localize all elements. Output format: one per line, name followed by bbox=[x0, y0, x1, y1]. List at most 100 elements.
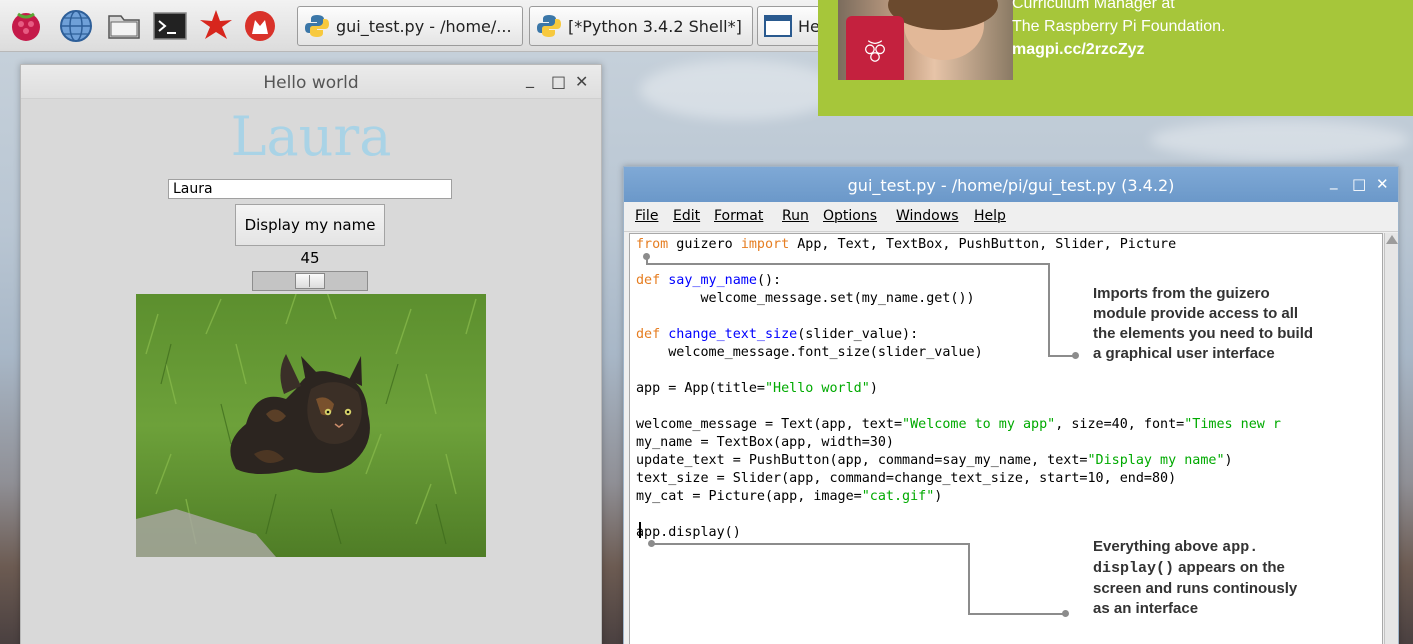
callout-line-text: a graphical user interface bbox=[1093, 345, 1275, 362]
code-token: app = App(title= bbox=[636, 381, 765, 396]
callout-line bbox=[968, 613, 1066, 615]
vertical-scrollbar[interactable] bbox=[1384, 233, 1398, 644]
author-photo bbox=[838, 0, 1013, 80]
text-size-slider[interactable] bbox=[252, 271, 368, 291]
slider-value: 45 bbox=[300, 249, 320, 267]
callout-line-text: screen and runs continously bbox=[1093, 580, 1298, 597]
menu-bar: File Edit Format Run Options Windows Hel… bbox=[624, 202, 1398, 232]
callout-line-text: module provide access to all bbox=[1093, 305, 1299, 322]
code-text: from guizero import App, Text, TextBox, … bbox=[636, 236, 1382, 542]
code-token: update_text = PushButton(app, command=sa… bbox=[636, 453, 1088, 468]
taskbar-item-editor[interactable]: gui_test.py - /home/... bbox=[297, 6, 523, 46]
taskbar-item-label: gui_test.py - /home/... bbox=[336, 16, 512, 36]
text-cursor bbox=[639, 522, 641, 538]
code-token: ) bbox=[934, 489, 943, 504]
mathematica-icon[interactable] bbox=[198, 8, 234, 44]
taskbar-item-hello[interactable]: He bbox=[757, 6, 827, 46]
callout-line-text: Imports from the guizero bbox=[1093, 285, 1270, 302]
raspberry-mug bbox=[846, 16, 904, 80]
window-title: gui_test.py - /home/pi/gui_test.py (3.4.… bbox=[847, 176, 1175, 195]
code-token: welcome_message.set(my_name.get()) bbox=[636, 291, 975, 306]
callout-imports: Imports from the guizero module provide … bbox=[1093, 284, 1313, 364]
minimize-button[interactable]: _ bbox=[526, 69, 534, 88]
file-manager-icon[interactable] bbox=[106, 8, 142, 44]
maximize-button[interactable]: □ bbox=[1352, 175, 1366, 193]
menu-edit[interactable]: Edit bbox=[673, 208, 700, 224]
callout-line-text: the elements you need to build bbox=[1093, 325, 1314, 342]
code-token: def bbox=[636, 327, 661, 342]
menu-windows[interactable]: Windows bbox=[896, 208, 959, 224]
window-title: Hello world bbox=[263, 73, 359, 93]
callout-dot bbox=[1072, 352, 1079, 359]
callout-line bbox=[652, 543, 970, 545]
code-token: welcome_message.font_size(slider_value) bbox=[636, 345, 983, 360]
minimize-button[interactable]: _ bbox=[1330, 172, 1338, 190]
code-line: app = App(title="Hello world") bbox=[636, 380, 1382, 398]
callout-code-text: app. bbox=[1222, 539, 1259, 556]
taskbar-item-shell[interactable]: [*Python 3.4.2 Shell*] bbox=[529, 6, 753, 46]
code-line: text_size = Slider(app, command=change_t… bbox=[636, 470, 1382, 488]
taskbar-item-label: [*Python 3.4.2 Shell*] bbox=[568, 16, 742, 36]
close-button[interactable]: ✕ bbox=[1376, 175, 1389, 193]
author-link[interactable]: magpi.cc/2rzcZyz bbox=[1012, 41, 1145, 59]
title-bar[interactable]: gui_test.py - /home/pi/gui_test.py (3.4.… bbox=[624, 167, 1398, 202]
menu-options[interactable]: Options bbox=[823, 208, 877, 224]
code-token: my_name = TextBox(app, width=30) bbox=[636, 435, 894, 450]
code-token: def bbox=[636, 273, 661, 288]
sky-cloud bbox=[1150, 120, 1410, 160]
author-org: The Raspberry Pi Foundation. bbox=[1012, 18, 1226, 35]
hello-world-window: Hello world _ □ ✕ Laura Laura Display my… bbox=[20, 64, 602, 644]
callout-line-text: appears on the bbox=[1174, 559, 1285, 576]
title-bar[interactable]: Hello world _ □ ✕ bbox=[21, 65, 601, 99]
raspberry-logo-icon bbox=[865, 40, 885, 62]
terminal-icon[interactable] bbox=[152, 8, 188, 44]
name-textbox[interactable]: Laura bbox=[168, 179, 452, 199]
taskbar-item-label: He bbox=[798, 16, 820, 36]
code-token: text_size = Slider(app, command=change_t… bbox=[636, 471, 1177, 486]
code-token: "Welcome to my app" bbox=[902, 417, 1056, 432]
code-token: ) bbox=[869, 381, 878, 396]
window-icon bbox=[764, 15, 792, 37]
display-name-button[interactable]: Display my name bbox=[235, 204, 385, 246]
code-line: update_text = PushButton(app, command=sa… bbox=[636, 452, 1382, 470]
code-token: welcome_message = Text(app, text= bbox=[636, 417, 903, 432]
code-token: my_cat = Picture(app, image= bbox=[636, 489, 862, 504]
menu-format[interactable]: Format bbox=[714, 208, 763, 224]
code-line: welcome_message = Text(app, text="Welcom… bbox=[636, 416, 1382, 434]
code-token: import bbox=[740, 237, 790, 252]
code-line: from guizero import App, Text, TextBox, … bbox=[636, 236, 1382, 254]
code-line: my_cat = Picture(app, image="cat.gif") bbox=[636, 488, 1382, 506]
code-token: change_text_size bbox=[668, 327, 798, 342]
code-token: "Hello world" bbox=[765, 381, 870, 396]
code-line: my_name = TextBox(app, width=30) bbox=[636, 434, 1382, 452]
wolfram-icon[interactable] bbox=[242, 8, 278, 44]
scroll-up-icon[interactable] bbox=[1386, 235, 1398, 244]
menu-file[interactable]: File bbox=[635, 208, 658, 224]
code-token: "cat.gif" bbox=[861, 489, 935, 504]
callout-line bbox=[1048, 263, 1050, 356]
python-icon bbox=[537, 15, 561, 37]
callout-display: Everything above app. display() appears … bbox=[1093, 537, 1297, 619]
welcome-message: Laura bbox=[230, 105, 392, 168]
slider-handle[interactable] bbox=[295, 273, 325, 289]
cat-picture bbox=[136, 294, 486, 557]
code-token: guizero bbox=[668, 237, 741, 252]
code-token: ) bbox=[1224, 453, 1233, 468]
code-token: app.display() bbox=[636, 525, 741, 540]
code-token: say_my_name bbox=[668, 273, 757, 288]
author-box: Curriculum Manager at The Raspberry Pi F… bbox=[818, 0, 1413, 116]
code-token: "Display my name" bbox=[1087, 453, 1225, 468]
callout-line bbox=[646, 263, 1050, 265]
raspberry-menu-icon[interactable] bbox=[8, 8, 44, 44]
menu-run[interactable]: Run bbox=[782, 208, 809, 224]
menu-help[interactable]: Help bbox=[974, 208, 1006, 224]
web-browser-icon[interactable] bbox=[58, 8, 94, 44]
maximize-button[interactable]: □ bbox=[551, 72, 566, 91]
close-button[interactable]: ✕ bbox=[575, 72, 588, 91]
code-token: App, Text, TextBox, PushButton, Slider, … bbox=[789, 237, 1177, 252]
code-token: (): bbox=[756, 273, 782, 288]
author-role: Curriculum Manager at bbox=[1012, 0, 1175, 12]
